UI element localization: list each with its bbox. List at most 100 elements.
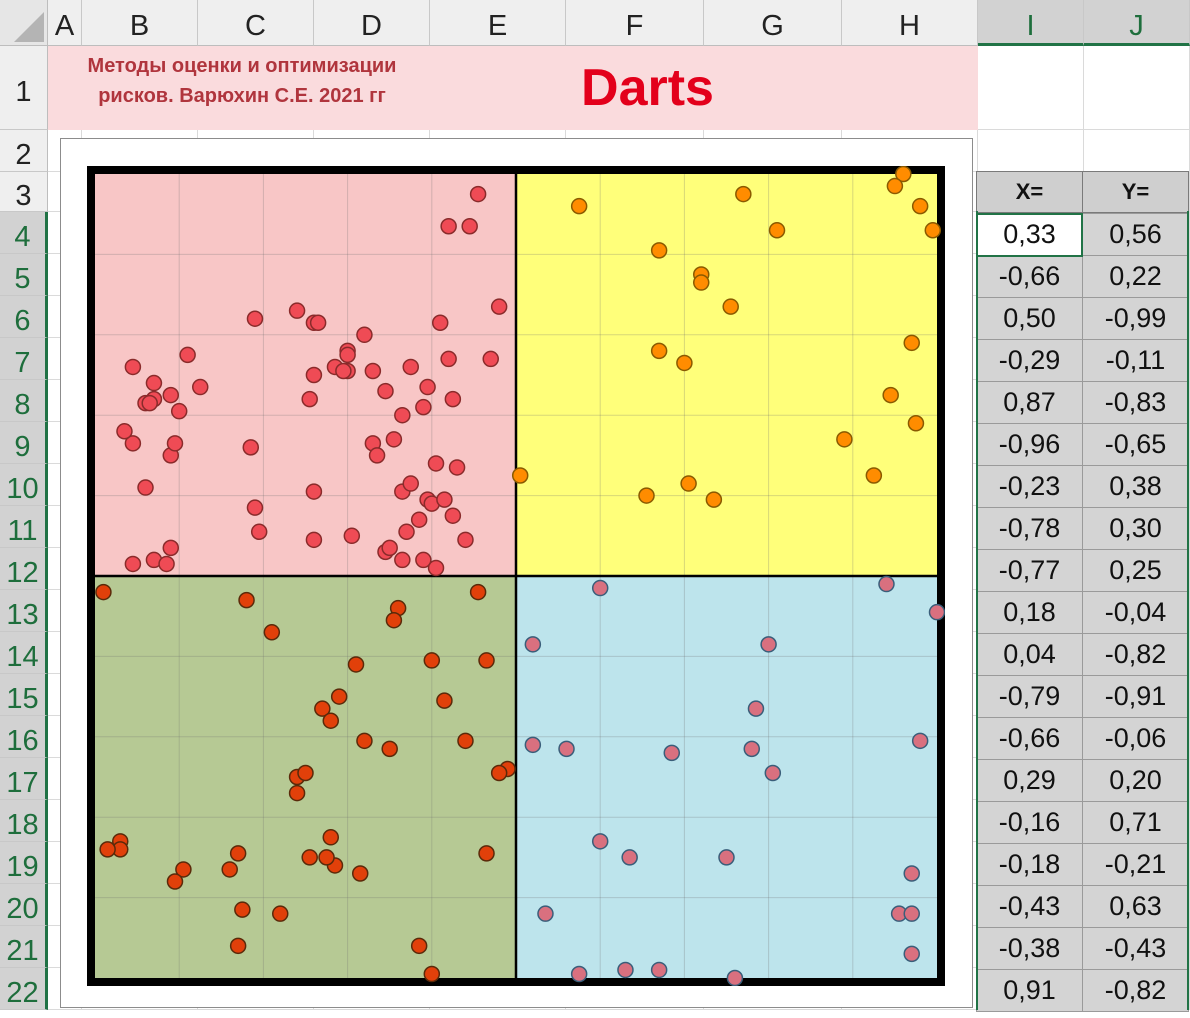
dart-point-top-right (924, 222, 942, 239)
row-header-22[interactable]: 22 (0, 968, 48, 1010)
row-header-17[interactable]: 17 (0, 758, 48, 800)
dart-point-top-right (650, 242, 668, 259)
x-value-cell[interactable]: 0,87 (976, 381, 1083, 424)
row-header-8[interactable]: 8 (0, 380, 48, 422)
x-value-cell[interactable]: -0,66 (976, 717, 1083, 760)
dart-point-bottom-left (322, 829, 340, 846)
dart-point-bottom-right (718, 849, 735, 866)
y-value-cell[interactable]: 0,63 (1082, 885, 1189, 928)
x-header[interactable]: X= (976, 171, 1083, 213)
dart-point-top-left (335, 362, 352, 380)
darts-scatter-plot[interactable] (87, 166, 945, 986)
row-header-14[interactable]: 14 (0, 632, 48, 674)
row-header-10[interactable]: 10 (0, 464, 48, 506)
select-all-corner[interactable] (0, 0, 48, 46)
y-value-cell[interactable]: -0,91 (1082, 675, 1189, 718)
y-value-cell[interactable]: -0,83 (1082, 381, 1189, 424)
x-value-cell[interactable]: -0,38 (976, 927, 1083, 970)
row-header-4[interactable]: 4 (0, 212, 48, 254)
x-value-cell[interactable]: -0,78 (976, 507, 1083, 550)
y-value-cell[interactable]: 0,22 (1082, 255, 1189, 298)
y-value-cell[interactable]: -0,82 (1082, 969, 1189, 1012)
column-header-g[interactable]: G (704, 0, 842, 46)
x-value-cell[interactable]: 0,91 (976, 969, 1083, 1012)
row-header-5[interactable]: 5 (0, 254, 48, 296)
row-header-6[interactable]: 6 (0, 296, 48, 338)
dart-point-top-left (250, 523, 268, 541)
dart-point-top-left (356, 326, 373, 344)
row-header-7[interactable]: 7 (0, 338, 48, 380)
dart-point-top-left (246, 310, 264, 327)
dart-point-top-left (419, 378, 436, 396)
row-header-1[interactable]: 1 (0, 46, 48, 130)
column-header-b[interactable]: B (82, 0, 198, 46)
row-header-3[interactable]: 3 (0, 172, 48, 212)
x-value-cell[interactable]: -0,79 (976, 675, 1083, 718)
page-title: Darts (581, 59, 714, 117)
y-value-cell[interactable]: -0,21 (1082, 843, 1189, 886)
y-value-cell[interactable]: -0,11 (1082, 339, 1189, 382)
y-value-cell[interactable]: -0,99 (1082, 297, 1189, 340)
dart-point-top-left (448, 459, 466, 476)
row-header-13[interactable]: 13 (0, 590, 48, 632)
x-value-cell[interactable]: -0,16 (976, 801, 1083, 844)
x-value-cell[interactable]: -0,96 (976, 423, 1083, 466)
x-value-cell[interactable]: -0,29 (976, 339, 1083, 382)
row-header-9[interactable]: 9 (0, 422, 48, 464)
row-header-11[interactable]: 11 (0, 506, 48, 548)
dart-point-top-left (398, 523, 415, 541)
x-value-cell[interactable]: -0,18 (976, 843, 1083, 886)
y-value-cell[interactable]: -0,43 (1082, 927, 1189, 970)
y-value-cell[interactable]: 0,20 (1082, 759, 1189, 802)
row-header-18[interactable]: 18 (0, 800, 48, 842)
y-value-cell[interactable]: -0,82 (1082, 633, 1189, 676)
dart-point-bottom-left (288, 784, 306, 802)
dart-point-top-left (482, 350, 499, 368)
x-value-cell[interactable]: 0,04 (976, 633, 1083, 676)
dart-point-top-right (511, 467, 529, 484)
x-value-cell[interactable]: -0,43 (976, 885, 1083, 928)
row-header-21[interactable]: 21 (0, 926, 48, 968)
x-value-cell[interactable]: -0,23 (976, 465, 1083, 508)
dart-point-top-left (301, 390, 318, 408)
dart-point-bottom-left (322, 712, 340, 729)
row-header-15[interactable]: 15 (0, 674, 48, 716)
column-header-h[interactable]: H (842, 0, 978, 46)
y-header[interactable]: Y= (1082, 171, 1189, 213)
x-value-cell[interactable]: 0,18 (976, 591, 1083, 634)
dart-point-bottom-left (297, 764, 314, 782)
row-header-2[interactable]: 2 (0, 130, 48, 172)
dart-point-top-left (461, 218, 478, 235)
y-value-cell[interactable]: 0,71 (1082, 801, 1189, 844)
column-header-f[interactable]: F (566, 0, 704, 46)
subtitle-line-1: Методы оценки и оптимизации (87, 55, 397, 77)
row-header-16[interactable]: 16 (0, 716, 48, 758)
column-header-e[interactable]: E (430, 0, 566, 46)
column-header-a[interactable]: A (48, 0, 82, 46)
column-header-i[interactable]: I (978, 0, 1084, 46)
dart-point-bottom-left (229, 937, 247, 955)
y-value-cell[interactable]: -0,06 (1082, 717, 1189, 760)
x-value-cell[interactable]: -0,66 (976, 255, 1083, 298)
x-value-cell[interactable]: -0,77 (976, 549, 1083, 592)
y-value-cell[interactable]: -0,04 (1082, 591, 1189, 634)
dart-point-bottom-left (99, 841, 116, 858)
dart-point-bottom-right (903, 905, 920, 922)
y-value-cell[interactable]: 0,30 (1082, 507, 1189, 550)
row-header-20[interactable]: 20 (0, 884, 48, 926)
y-value-cell[interactable]: 0,56 (1082, 213, 1189, 256)
column-header-d[interactable]: D (314, 0, 430, 46)
x-value-cell[interactable]: 0,50 (976, 297, 1083, 340)
x-value-cell[interactable]: 0,29 (976, 759, 1083, 802)
column-header-c[interactable]: C (198, 0, 314, 46)
x-value-cell[interactable]: 0,33 (976, 213, 1083, 256)
row-header-12[interactable]: 12 (0, 548, 48, 590)
dart-point-top-left (431, 314, 449, 331)
y-value-cell[interactable]: -0,65 (1082, 423, 1189, 466)
dart-point-bottom-left (271, 905, 289, 922)
y-value-cell[interactable]: 0,38 (1082, 465, 1189, 508)
row-header-19[interactable]: 19 (0, 842, 48, 884)
column-header-j[interactable]: J (1084, 0, 1190, 46)
y-value-cell[interactable]: 0,25 (1082, 549, 1189, 592)
dart-point-bottom-right (903, 865, 920, 882)
